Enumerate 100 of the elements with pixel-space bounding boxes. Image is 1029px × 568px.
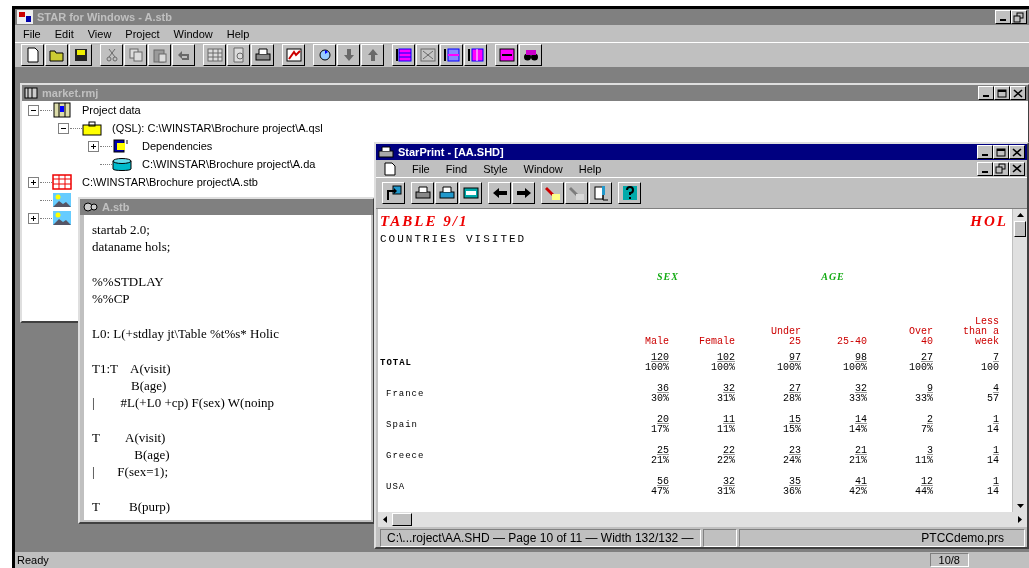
- menu-item[interactable]: View: [87, 27, 112, 40]
- app-logo-icon: [17, 10, 33, 24]
- toolbar-button[interactable]: [464, 44, 487, 66]
- close-icon: [1012, 87, 1024, 99]
- toolbar-button[interactable]: [392, 44, 415, 66]
- tree-item[interactable]: (QSL): C:\WINSTAR\Brochure project\A.qsl: [112, 122, 323, 134]
- scroll-thumb[interactable]: [1014, 221, 1026, 237]
- report-subtitle: COUNTRIES VISITED: [380, 233, 528, 245]
- toolbar-button[interactable]: [589, 182, 612, 204]
- vertical-scrollbar[interactable]: [1012, 209, 1027, 512]
- code-line: T A(visit): [92, 429, 167, 446]
- close-button[interactable]: [1009, 145, 1025, 159]
- minimize-button[interactable]: [995, 10, 1011, 24]
- menu-item[interactable]: Edit: [54, 27, 74, 40]
- table-cell: 41 42%: [849, 476, 867, 497]
- menu-item[interactable]: Help: [226, 27, 250, 40]
- menu-item[interactable]: Style: [483, 162, 508, 175]
- table-cell: 22 22%: [717, 445, 735, 466]
- toolbar-button[interactable]: [382, 182, 405, 204]
- toolbar-button[interactable]: [512, 182, 535, 204]
- column-header: Over 40: [909, 327, 933, 347]
- toolbar-button[interactable]: [251, 44, 274, 66]
- export-arrow-icon: [385, 185, 402, 201]
- cylinder-icon: [112, 156, 132, 172]
- table-cell: 20 17%: [651, 414, 669, 435]
- table-cell: 4 57: [987, 383, 999, 404]
- toolbar-button[interactable]: [21, 44, 44, 66]
- toolbar-button[interactable]: [519, 44, 542, 66]
- toolbar-button[interactable]: [459, 182, 482, 204]
- code-line: | #L(+L0 +cp) F(sex) W(noinp: [92, 394, 276, 411]
- close-button[interactable]: [1010, 86, 1026, 100]
- right-arrow-icon: [515, 185, 532, 201]
- collapse-toggle[interactable]: [28, 104, 39, 116]
- toolbar-button[interactable]: [282, 44, 305, 66]
- menu-item[interactable]: Find: [445, 162, 468, 175]
- menu-item[interactable]: File: [412, 162, 430, 175]
- maximize-icon: [996, 87, 1008, 99]
- menu-item[interactable]: Project: [125, 27, 160, 40]
- menu-item[interactable]: Help: [578, 162, 602, 175]
- maximize-button[interactable]: [994, 86, 1010, 100]
- expand-toggle[interactable]: [88, 140, 99, 152]
- table-cell: 36 30%: [651, 383, 669, 404]
- horizontal-scrollbar[interactable]: [378, 512, 1027, 527]
- column-header: Under 25: [771, 327, 801, 347]
- column-header: Less than a week: [963, 317, 999, 347]
- minimize-button[interactable]: [977, 145, 993, 159]
- restore-button[interactable]: [993, 161, 1009, 176]
- toolbar-button[interactable]: [69, 44, 92, 66]
- minimize-icon: [982, 170, 988, 173]
- menu-item[interactable]: Window: [523, 162, 563, 175]
- table-cell: 11 11%: [717, 414, 735, 435]
- restore-button[interactable]: [1011, 10, 1027, 24]
- status-text: 10/8: [929, 553, 969, 567]
- minimize-button[interactable]: [978, 86, 994, 100]
- menu-item[interactable]: Window: [173, 27, 213, 40]
- tree-item[interactable]: C:\WINSTAR\Brochure project\A.stb: [82, 176, 258, 188]
- close-button[interactable]: [1009, 161, 1025, 176]
- chart-window-icon: [285, 47, 302, 63]
- folder-icon: [48, 47, 65, 63]
- table-cell: 56 47%: [651, 476, 669, 497]
- toolbar-button[interactable]: [45, 44, 68, 66]
- menu-item[interactable]: File: [23, 27, 41, 40]
- close-icon: [1011, 146, 1023, 158]
- table-cell: 14 14%: [849, 414, 867, 435]
- column-header: 25-40: [837, 337, 867, 347]
- row-label: TOTAL: [380, 357, 412, 368]
- clipboard-icon: [151, 47, 168, 63]
- toolbar-button[interactable]: [440, 44, 463, 66]
- tree-item[interactable]: Project data: [82, 104, 141, 116]
- briefcase-icon: [82, 120, 102, 136]
- toolbar-button[interactable]: [495, 44, 518, 66]
- tree-item[interactable]: C:\WINSTAR\Brochure project\A.da: [142, 158, 316, 170]
- left-arrow-icon: [491, 185, 508, 201]
- maximize-button[interactable]: [993, 145, 1009, 159]
- row-label: Spain: [386, 419, 418, 430]
- grid-icon: [467, 47, 484, 63]
- toolbar-button[interactable]: [541, 182, 564, 204]
- row-label: France: [386, 388, 425, 399]
- toolbar-button[interactable]: [411, 182, 434, 204]
- collapse-toggle[interactable]: [58, 122, 69, 134]
- printer-icon: [414, 185, 431, 201]
- window-title: A.stb: [102, 201, 130, 213]
- expand-toggle[interactable]: [28, 212, 39, 224]
- scissors-icon: [103, 47, 120, 63]
- tree-item[interactable]: Dependencies: [142, 140, 213, 152]
- row-label: Greece: [386, 450, 425, 461]
- help-icon: [621, 185, 638, 201]
- column-header: Male: [645, 337, 669, 347]
- minimize-icon: [1000, 19, 1006, 21]
- table-cell: 1 14: [987, 476, 999, 497]
- minimize-button[interactable]: [977, 161, 993, 176]
- toolbar-button[interactable]: [435, 182, 458, 204]
- minimize-icon: [983, 95, 989, 97]
- column-header: Female: [699, 337, 735, 347]
- toolbar-button[interactable]: [488, 182, 511, 204]
- expand-toggle[interactable]: [28, 176, 39, 188]
- toolbar-button[interactable]: [313, 44, 336, 66]
- code-line: L0: L(+stdlay jt\Table %t%s* Holic: [92, 325, 280, 342]
- toolbar-button[interactable]: [618, 182, 641, 204]
- scroll-thumb[interactable]: [392, 513, 412, 526]
